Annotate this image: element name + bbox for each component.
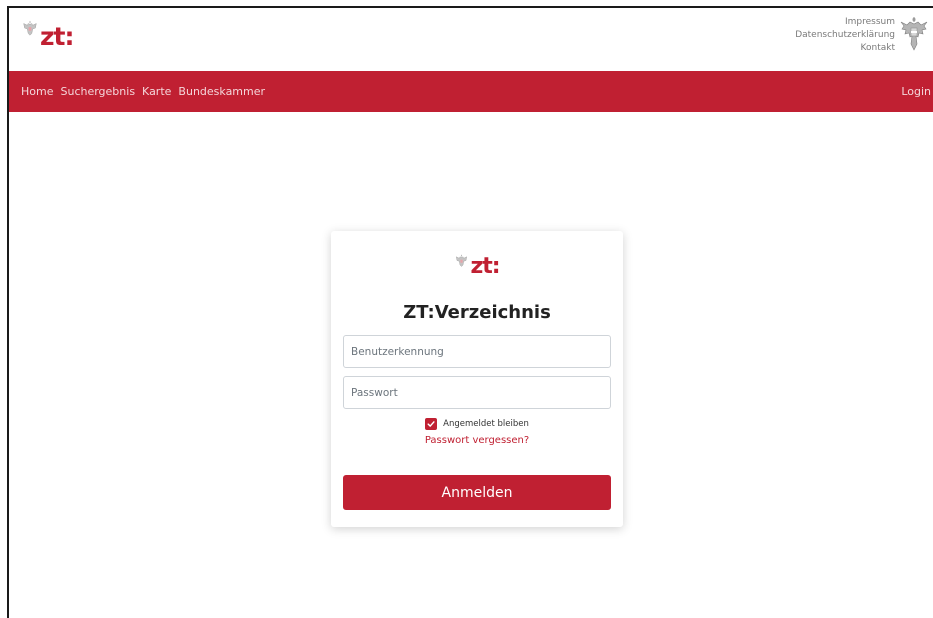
login-title: ZT:Verzeichnis bbox=[403, 302, 551, 323]
eagle-crest-icon bbox=[23, 20, 37, 36]
eagle-crest-icon bbox=[456, 254, 468, 267]
nav-home[interactable]: Home bbox=[21, 85, 53, 98]
username-input[interactable] bbox=[343, 335, 611, 368]
eagle-coat-of-arms-icon bbox=[900, 17, 928, 51]
site-logo[interactable]: zt: bbox=[21, 18, 74, 49]
nav-map[interactable]: Karte bbox=[142, 85, 171, 98]
forgot-password-link[interactable]: Passwort vergessen? bbox=[343, 435, 611, 449]
nav-login[interactable]: Login bbox=[901, 85, 931, 98]
remember-label: Angemeldet bleiben bbox=[443, 419, 529, 429]
remember-me[interactable]: Angemeldet bleiben bbox=[343, 417, 611, 431]
nav-federal-chamber[interactable]: Bundeskammer bbox=[178, 85, 265, 98]
login-submit-button[interactable]: Anmelden bbox=[343, 475, 611, 510]
main-nav: Home Suchergebnis Karte Bundeskammer Log… bbox=[9, 71, 933, 112]
remember-checkbox[interactable] bbox=[425, 418, 438, 430]
check-icon bbox=[427, 421, 435, 427]
card-logo-text: zt: bbox=[470, 254, 500, 279]
logo-text: zt: bbox=[40, 22, 74, 51]
card-logo: zt: bbox=[343, 251, 611, 279]
login-card: zt: ZT:Verzeichnis Angemeldet bleiben Pa… bbox=[331, 231, 623, 527]
top-links: Impressum Datenschutzerklärung Kontakt bbox=[795, 16, 895, 55]
password-input[interactable] bbox=[343, 376, 611, 409]
impressum-link[interactable]: Impressum bbox=[795, 16, 895, 29]
contact-link[interactable]: Kontakt bbox=[795, 42, 895, 55]
privacy-link[interactable]: Datenschutzerklärung bbox=[795, 29, 895, 42]
browser-viewport: zt: Impressum Datenschutzerklärung Konta… bbox=[7, 6, 933, 618]
nav-search-results[interactable]: Suchergebnis bbox=[60, 85, 135, 98]
site-header: zt: Impressum Datenschutzerklärung Konta… bbox=[9, 8, 933, 71]
